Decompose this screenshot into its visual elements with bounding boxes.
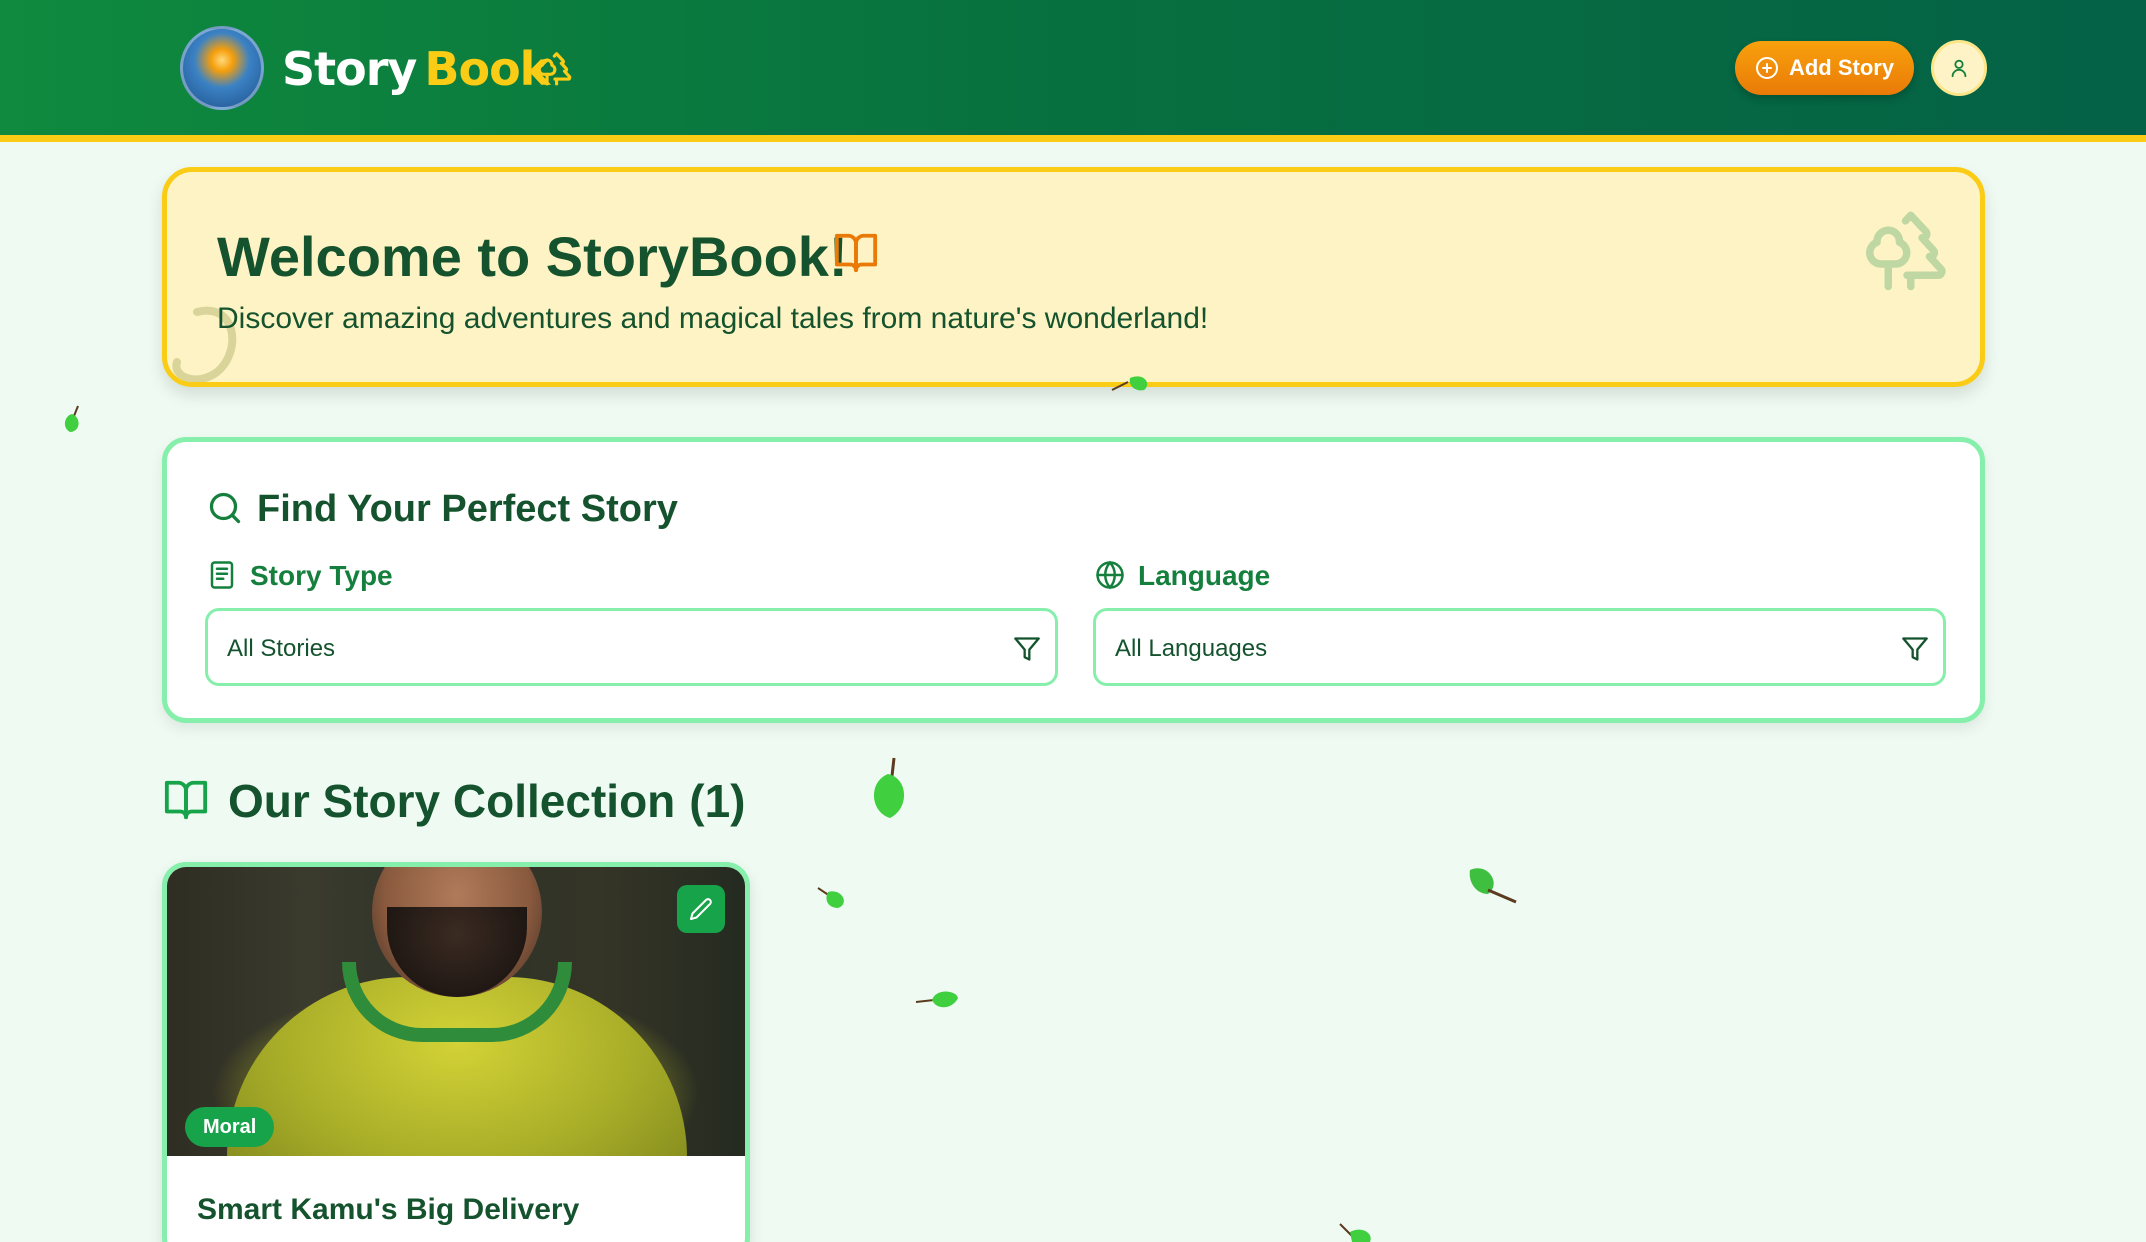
story-card[interactable]: Moral Smart Kamu's Big Delivery (162, 862, 750, 1242)
app-header: Story Book Add Story (0, 0, 2146, 142)
brand-name[interactable]: Story Book (282, 42, 550, 96)
logo[interactable] (180, 26, 264, 110)
brand-word-story: Story (282, 42, 417, 96)
story-cover-image[interactable]: Moral (167, 867, 745, 1156)
leaf-icon (1469, 868, 1517, 904)
leaf-icon (64, 405, 79, 432)
leaf-icon (1339, 1223, 1371, 1242)
trees-icon (1866, 211, 1946, 291)
book-open-icon (834, 233, 878, 273)
search-icon (209, 492, 241, 524)
filter-icon (1902, 637, 1928, 661)
add-story-button[interactable]: Add Story (1735, 41, 1914, 95)
brand-word-book: Book (424, 42, 550, 96)
collection-count: (1) (689, 775, 746, 827)
search-title: Find Your Perfect Story (257, 488, 678, 530)
story-type-select[interactable]: All Stories (205, 608, 1058, 686)
leaf-icon (915, 991, 958, 1008)
welcome-banner: Welcome to StoryBook! Discover amazing a… (162, 167, 1985, 387)
user-profile-button[interactable] (1931, 40, 1987, 96)
welcome-subtitle: Discover amazing adventures and magical … (217, 302, 1209, 335)
leaf-icon (817, 887, 844, 908)
user-icon (1951, 59, 1967, 78)
language-label: Language (1138, 560, 1271, 591)
story-type-value: All Stories (227, 635, 336, 662)
book-icon (210, 561, 234, 589)
language-value: All Languages (1115, 635, 1268, 662)
collection-title: Our Story Collection (1) (228, 774, 746, 828)
leaf-icon (1111, 376, 1148, 391)
filter-icon (1014, 637, 1040, 661)
leaf-icon (873, 757, 905, 818)
search-panel: Find Your Perfect Story Story Type All S… (162, 437, 1985, 723)
book-open-icon (164, 780, 208, 820)
story-title[interactable]: Smart Kamu's Big Delivery (197, 1193, 579, 1227)
plus-circle-icon (1755, 57, 1778, 79)
globe-icon (1096, 560, 1124, 590)
tree-icon (537, 52, 572, 86)
story-type-label: Story Type (250, 560, 393, 591)
add-story-label: Add Story (1788, 55, 1895, 80)
pencil-icon (690, 898, 712, 920)
edit-story-button[interactable] (677, 885, 725, 933)
collection-title-text: Our Story Collection (228, 775, 676, 827)
language-select[interactable]: All Languages (1093, 608, 1946, 686)
welcome-title: Welcome to StoryBook! (217, 225, 848, 288)
story-category-badge[interactable]: Moral (185, 1107, 275, 1147)
